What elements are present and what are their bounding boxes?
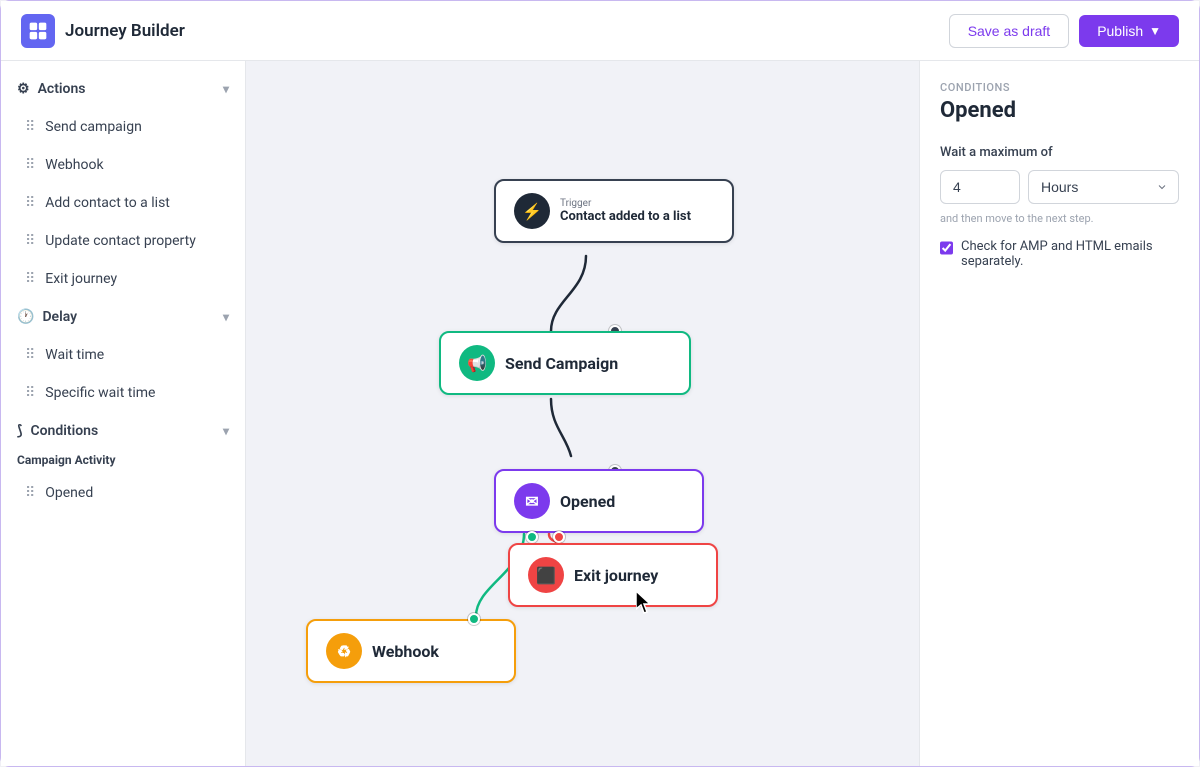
drag-icon: ⠿ [25, 157, 35, 173]
conditions-icon: ⟆ [17, 423, 22, 439]
envelope-icon: ✉ [525, 492, 538, 511]
sidebar-item-exit-journey[interactable]: ⠿ Exit journey [9, 261, 237, 297]
wait-time-label: Wait time [45, 347, 104, 363]
webhook-sym-icon: ♻ [337, 642, 351, 661]
delay-label: 🕐 Delay [17, 309, 77, 325]
drag-icon: ⠿ [25, 233, 35, 249]
connector-dot-opened-red [553, 531, 565, 543]
canvas[interactable]: ⚡ Trigger Contact added to a list 📢 Send… [246, 61, 919, 766]
publish-label: Publish [1097, 23, 1143, 39]
opened-node[interactable]: ✉ Opened [494, 469, 704, 533]
conditions-chevron-icon: ▾ [223, 424, 229, 438]
conditions-label: ⟆ Conditions [17, 423, 98, 439]
connector-dot-webhook-top [468, 613, 480, 625]
trigger-node[interactable]: ⚡ Trigger Contact added to a list [494, 179, 734, 243]
drag-icon: ⠿ [25, 119, 35, 135]
webhook-label: Webhook [45, 157, 103, 173]
send-campaign-node-label: Send Campaign [505, 354, 618, 373]
logo-icon [28, 21, 48, 41]
app-logo [21, 14, 55, 48]
webhook-node[interactable]: ♻ Webhook [306, 619, 516, 683]
webhook-icon: ♻ [326, 633, 362, 669]
opened-node-label: Opened [560, 492, 615, 511]
wait-value-input[interactable] [940, 170, 1020, 204]
megaphone-icon: 📢 [467, 354, 487, 373]
gear-icon: ⚙ [17, 81, 30, 97]
save-draft-button[interactable]: Save as draft [949, 14, 1070, 48]
trigger-sub-label: Trigger [560, 198, 691, 209]
add-contact-label: Add contact to a list [45, 195, 170, 211]
specific-wait-label: Specific wait time [45, 385, 155, 401]
right-panel: Conditions Opened Wait a maximum of Hour… [919, 61, 1199, 766]
drag-icon: ⠿ [25, 195, 35, 211]
delay-chevron-icon: ▾ [223, 310, 229, 324]
wait-row: Hours Minutes Days [940, 170, 1179, 204]
actions-label: ⚙ Actions [17, 81, 86, 97]
publish-arrow-icon: ▼ [1149, 24, 1161, 38]
header-right: Save as draft Publish ▼ [949, 14, 1179, 48]
sidebar-item-send-campaign[interactable]: ⠿ Send campaign [9, 109, 237, 145]
sidebar-item-add-contact[interactable]: ⠿ Add contact to a list [9, 185, 237, 221]
connector-dot-opened-green [526, 531, 538, 543]
trigger-icon: ⚡ [514, 193, 550, 229]
clock-icon: 🕐 [17, 309, 34, 325]
wait-max-label: Wait a maximum of [940, 145, 1179, 160]
exit-journey-node[interactable]: ⬛ Exit journey [508, 543, 718, 607]
trigger-text: Trigger Contact added to a list [560, 198, 691, 224]
actions-chevron-icon: ▾ [223, 82, 229, 96]
wait-hint: and then move to the next step. [940, 212, 1179, 225]
app-title: Journey Builder [65, 21, 185, 41]
opened-label: Opened [45, 485, 93, 501]
panel-title: Opened [940, 98, 1179, 123]
panel-section-label: Conditions [940, 81, 1179, 94]
sidebar-item-update-contact[interactable]: ⠿ Update contact property [9, 223, 237, 259]
checkbox-row: Check for AMP and HTML emails separately… [940, 239, 1179, 269]
header-left: Journey Builder [21, 14, 185, 48]
publish-button[interactable]: Publish ▼ [1079, 15, 1179, 47]
exit-icon: ⬛ [528, 557, 564, 593]
opened-icon: ✉ [514, 483, 550, 519]
exit-journey-label: Exit journey [45, 271, 117, 287]
conditions-section-header[interactable]: ⟆ Conditions ▾ [1, 413, 245, 449]
sidebar: ⚙ Actions ▾ ⠿ Send campaign ⠿ Webhook ⠿ … [1, 61, 246, 766]
drag-icon: ⠿ [25, 385, 35, 401]
webhook-node-label: Webhook [372, 642, 439, 661]
main-layout: ⚙ Actions ▾ ⠿ Send campaign ⠿ Webhook ⠿ … [1, 61, 1199, 766]
send-campaign-icon: 📢 [459, 345, 495, 381]
drag-icon: ⠿ [25, 347, 35, 363]
amp-html-checkbox[interactable] [940, 241, 953, 255]
header: Journey Builder Save as draft Publish ▼ [1, 1, 1199, 61]
checkbox-label: Check for AMP and HTML emails separately… [961, 239, 1179, 269]
exit-journey-node-label: Exit journey [574, 566, 658, 585]
bolt-icon: ⚡ [522, 202, 542, 221]
drag-icon: ⠿ [25, 485, 35, 501]
drag-icon: ⠿ [25, 271, 35, 287]
send-campaign-label: Send campaign [45, 119, 142, 135]
campaign-activity-label: Campaign Activity [1, 449, 245, 473]
update-contact-label: Update contact property [45, 233, 196, 249]
send-campaign-node[interactable]: 📢 Send Campaign [439, 331, 691, 395]
sidebar-item-wait-time[interactable]: ⠿ Wait time [9, 337, 237, 373]
actions-section-header[interactable]: ⚙ Actions ▾ [1, 71, 245, 107]
sidebar-item-webhook[interactable]: ⠿ Webhook [9, 147, 237, 183]
sidebar-item-specific-wait[interactable]: ⠿ Specific wait time [9, 375, 237, 411]
trigger-main-label: Contact added to a list [560, 209, 691, 224]
sidebar-item-opened[interactable]: ⠿ Opened [9, 475, 237, 511]
delay-section-header[interactable]: 🕐 Delay ▾ [1, 299, 245, 335]
wait-unit-select[interactable]: Hours Minutes Days [1028, 170, 1179, 204]
exit-door-icon: ⬛ [536, 566, 556, 585]
